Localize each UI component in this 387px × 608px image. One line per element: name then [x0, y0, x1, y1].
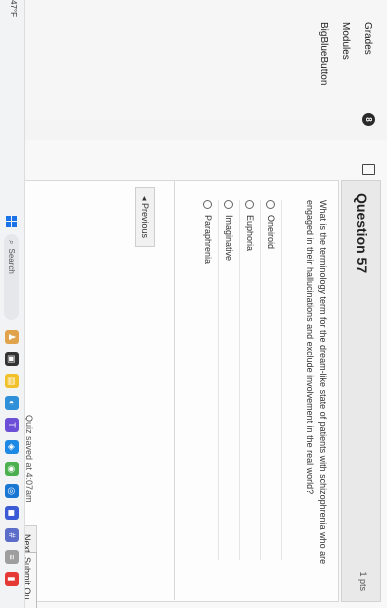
folder-icon[interactable]: ▤	[5, 374, 19, 388]
quiz-saved-status: Quiz saved at 4:07am	[24, 415, 34, 503]
question-text: What is the terminology term for the dre…	[305, 200, 328, 565]
notification-badge: 8	[362, 113, 375, 126]
answer-option[interactable]: Euphoria	[240, 200, 261, 560]
radio-icon[interactable]	[266, 200, 276, 209]
course-sidebar: Grades Modules BigBlueButton 8	[0, 0, 387, 126]
radio-icon[interactable]	[203, 200, 213, 209]
option-label: Oneiroid	[266, 215, 276, 250]
weather-text: 47°F	[9, 0, 18, 17]
taskbar: 47°F ⌕ Search ♟ ▣ ▤ ◐ T ◈ ◉ ◎ ◼ # ≡ ▮	[0, 0, 25, 608]
rotated-screen: Grades Modules BigBlueButton 8 Question …	[0, 0, 387, 608]
app-icon[interactable]: ◎	[5, 484, 19, 498]
taskbar-search[interactable]: ⌕ Search	[4, 234, 19, 320]
app-icon[interactable]: #	[5, 528, 19, 542]
teams-icon[interactable]: T	[5, 418, 19, 432]
radio-icon[interactable]	[245, 200, 255, 209]
nav-item-bigbluebutton[interactable]: BigBlueButton	[318, 22, 329, 85]
option-label: Imaginative	[224, 215, 234, 262]
question-body	[5, 180, 339, 602]
windows-start-icon[interactable]	[6, 216, 17, 227]
answer-option[interactable]: Paraphrenia	[198, 200, 219, 560]
nav-item-modules[interactable]: Modules	[340, 22, 351, 60]
question-title: Question 57	[354, 193, 370, 274]
answer-option[interactable]: Oneiroid	[261, 200, 282, 560]
store-icon[interactable]: ◈	[5, 440, 19, 454]
chrome-icon[interactable]: ◉	[5, 462, 19, 476]
app-icon[interactable]: ▣	[5, 352, 19, 366]
app-icon[interactable]: ♟	[5, 330, 19, 344]
taskbar-apps: ♟ ▣ ▤ ◐ T ◈ ◉ ◎ ◼ # ≡ ▮	[5, 330, 19, 586]
question-header: Question 57 1 pts	[341, 180, 381, 602]
question-points: 1 pts	[358, 571, 368, 591]
search-label: Search	[7, 248, 16, 274]
answer-options: Oneiroid Euphoria Imaginative Paraphreni…	[198, 200, 282, 560]
bookmark-flag-icon[interactable]	[362, 164, 375, 175]
search-icon: ⌕	[7, 240, 17, 245]
previous-button[interactable]: ◂ Previous	[135, 187, 155, 248]
edge-icon[interactable]: ◐	[5, 396, 19, 410]
app-icon[interactable]: ▮	[5, 572, 19, 586]
app-icon[interactable]: ◼	[5, 506, 19, 520]
answer-option[interactable]: Imaginative	[219, 200, 240, 560]
option-label: Euphoria	[245, 215, 255, 252]
radio-icon[interactable]	[224, 200, 234, 209]
option-label: Paraphrenia	[203, 215, 213, 265]
app-icon[interactable]: ≡	[5, 550, 19, 564]
divider	[174, 180, 175, 600]
nav-item-grades[interactable]: Grades	[362, 22, 373, 55]
